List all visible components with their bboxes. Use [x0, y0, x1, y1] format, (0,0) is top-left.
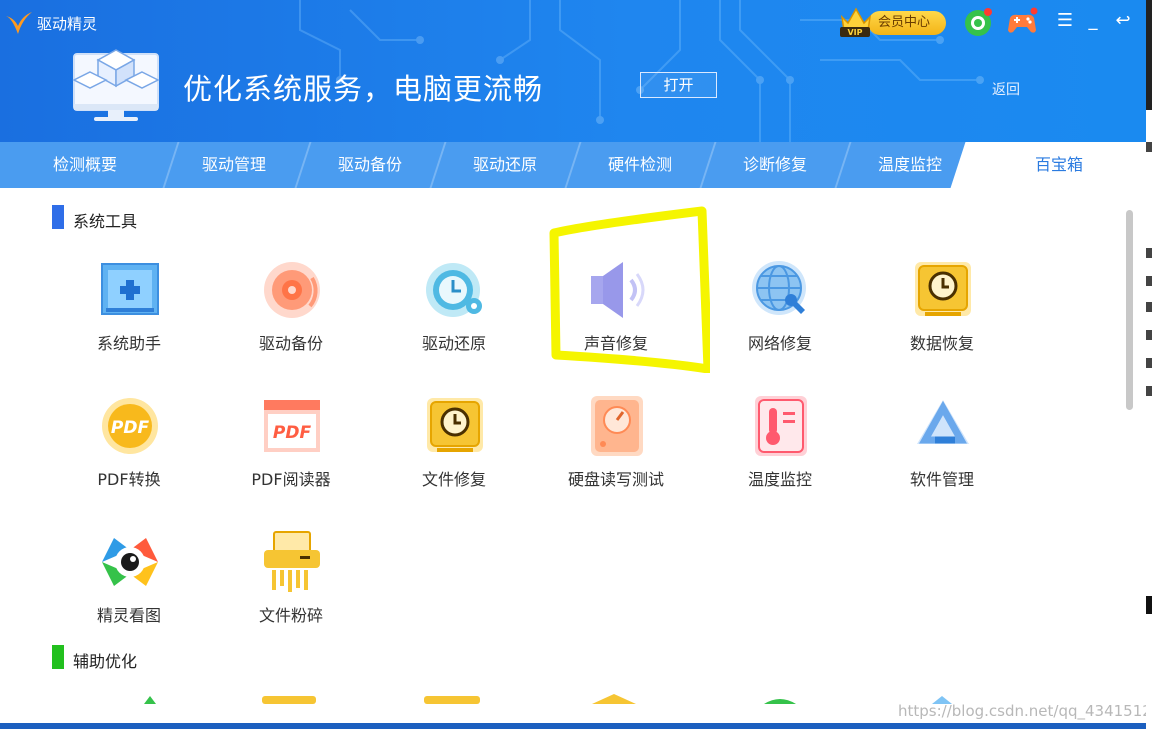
svg-text:PDF: PDF: [111, 418, 150, 438]
disk-test-icon: [591, 396, 643, 456]
tab-overview[interactable]: 检测概要: [0, 142, 170, 188]
app-title: 驱动精灵: [37, 15, 98, 33]
scrollbar-thumb[interactable]: [1126, 210, 1133, 410]
partial-icon: [424, 696, 480, 704]
edge-glyph: [1146, 330, 1152, 340]
back-link[interactable]: 返回: [992, 79, 1020, 99]
monitor-plus-icon: [101, 263, 159, 315]
edge-glyph: [1146, 302, 1152, 312]
eye-viewer-icon: [102, 538, 158, 586]
window-bottom-edge: [0, 723, 1146, 729]
edge-glyph: [1146, 276, 1152, 286]
minimize-icon[interactable]: _: [1082, 8, 1104, 34]
header-banner: 驱动精灵 优化系统服务，电脑更流畅 打开 返回 会员中心 VIP ☰ _ ↩: [0, 0, 1146, 142]
banner-headline: 优化系统服务，电脑更流畅: [183, 72, 544, 106]
tool-label: 系统助手: [96, 334, 161, 353]
back-icon[interactable]: ↩: [1112, 8, 1134, 34]
tool-data-recovery[interactable]: 数据恢复: [867, 258, 1017, 368]
partial-icon: [592, 694, 636, 704]
edge-glyph: [1146, 248, 1152, 258]
tool-system-assistant[interactable]: 系统助手: [54, 258, 204, 368]
file-repair-icon: [427, 398, 483, 452]
thermometer-icon: [755, 396, 807, 456]
vip-center-label: 会员中心: [878, 15, 931, 30]
clock-restore-icon: [426, 263, 482, 317]
watermark-text: https://blog.csdn.net/qq_43415129: [898, 702, 1146, 720]
section-title: 系统工具: [73, 212, 138, 231]
tab-driver-manage[interactable]: 驱动管理: [166, 142, 302, 188]
pdf-convert-icon: PDF: [102, 398, 158, 454]
section-title: 辅助优化: [73, 652, 138, 671]
background-dark-strip: [1146, 0, 1152, 110]
edge-glyph: [1146, 386, 1152, 396]
tab-diagnose-repair[interactable]: 诊断修复: [707, 142, 843, 188]
tool-temperature-monitor[interactable]: 温度监控: [705, 394, 855, 504]
tool-label: 文件粉碎: [258, 606, 323, 625]
tool-label: 数据恢复: [909, 334, 974, 353]
vip-crown-icon[interactable]: VIP: [838, 3, 874, 39]
open-button[interactable]: 打开: [640, 72, 717, 98]
menu-icon[interactable]: ☰: [1054, 8, 1076, 34]
svg-text:PDF: PDF: [273, 423, 312, 443]
partial-icon: [262, 696, 316, 704]
tab-driver-restore[interactable]: 驱动还原: [437, 142, 573, 188]
game-icon[interactable]: [1006, 6, 1038, 38]
shredder-icon: [264, 531, 320, 592]
tab-hardware-check[interactable]: 硬件检测: [572, 142, 708, 188]
globe-wrench-icon: [752, 261, 806, 315]
edge-glyph: [1146, 142, 1152, 152]
triangle-app-icon: [917, 400, 969, 444]
monitor-boxes-illustration: [72, 49, 160, 121]
tool-pdf-convert[interactable]: PDF PDF转换: [54, 394, 204, 504]
background-window-edge: [1146, 0, 1152, 729]
tool-label: 硬盘读写测试: [567, 470, 664, 489]
tab-toolbox[interactable]: 百宝箱: [972, 142, 1146, 188]
tool-label: 网络修复: [747, 334, 812, 353]
tool-label: 驱动还原: [421, 334, 486, 353]
tool-label: PDF阅读器: [251, 470, 331, 489]
tool-file-repair[interactable]: 文件修复: [379, 394, 529, 504]
tool-software-manage[interactable]: 软件管理: [867, 394, 1017, 504]
tool-label: 软件管理: [909, 470, 974, 489]
tool-label: 温度监控: [747, 470, 812, 489]
tool-label: 文件修复: [421, 470, 486, 489]
section-bar: [52, 645, 64, 669]
pdf-reader-icon: PDF: [264, 400, 320, 452]
tool-image-viewer[interactable]: 精灵看图: [54, 530, 204, 640]
tab-driver-backup[interactable]: 驱动备份: [302, 142, 438, 188]
edge-glyph: [1146, 596, 1152, 614]
tool-label: PDF转换: [97, 470, 161, 489]
vip-badge-text: VIP: [847, 28, 862, 37]
edge-glyph: [1146, 358, 1152, 368]
app-window: 驱动精灵 优化系统服务，电脑更流畅 打开 返回 会员中心 VIP ☰ _ ↩ 检…: [0, 0, 1146, 729]
partial-icon: [764, 699, 796, 704]
tool-label: 驱动备份: [258, 334, 323, 353]
tool-pdf-reader[interactable]: PDF PDF阅读器: [216, 394, 366, 504]
highlight-marker: [549, 206, 710, 373]
partial-icon: [144, 696, 156, 704]
tool-driver-backup[interactable]: 驱动备份: [216, 258, 366, 368]
section-bar: [52, 205, 64, 229]
data-recover-icon: [915, 262, 971, 316]
tool-label: 精灵看图: [96, 606, 161, 625]
tool-driver-restore[interactable]: 驱动还原: [379, 258, 529, 368]
tool-disk-test[interactable]: 硬盘读写测试: [541, 394, 691, 504]
tab-toolbox-label: 百宝箱: [1034, 155, 1083, 174]
tool-file-shredder[interactable]: 文件粉碎: [216, 530, 366, 640]
logo-icon: [6, 12, 32, 34]
gear-backup-icon: [264, 262, 320, 318]
tool-network-repair[interactable]: 网络修复: [705, 258, 855, 368]
social-icon[interactable]: [962, 6, 994, 38]
vip-center-button[interactable]: 会员中心: [868, 11, 946, 35]
